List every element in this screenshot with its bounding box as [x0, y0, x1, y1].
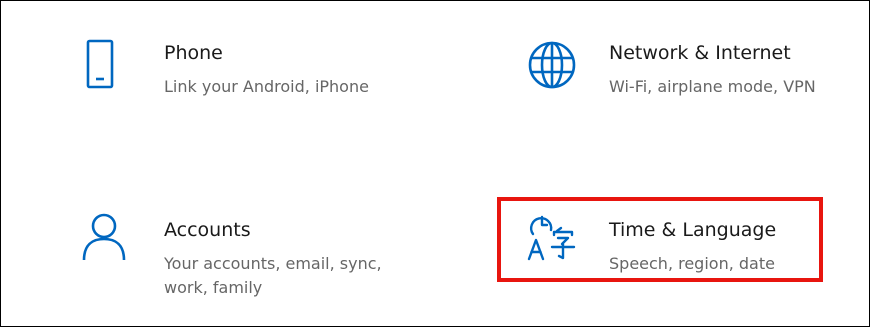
tile-title: Phone: [164, 42, 223, 64]
settings-tile-phone[interactable]: Phone Link your Android, iPhone: [71, 31, 431, 121]
highlight-box: [497, 197, 823, 282]
phone-icon: [86, 39, 114, 89]
person-icon: [82, 213, 126, 261]
settings-window: Phone Link your Android, iPhone Network …: [0, 0, 870, 327]
tile-description: Your accounts, email, sync, work, family: [164, 254, 382, 297]
tile-description: Link your Android, iPhone: [164, 77, 369, 96]
tile-description: Wi-Fi, airplane mode, VPN: [609, 77, 816, 96]
globe-icon: [528, 41, 576, 89]
settings-tile-network[interactable]: Network & Internet Wi-Fi, airplane mode,…: [516, 31, 861, 121]
tile-title: Network & Internet: [609, 42, 791, 64]
settings-tile-accounts[interactable]: Accounts Your accounts, email, sync, wor…: [71, 206, 431, 316]
tile-title: Accounts: [164, 219, 251, 241]
